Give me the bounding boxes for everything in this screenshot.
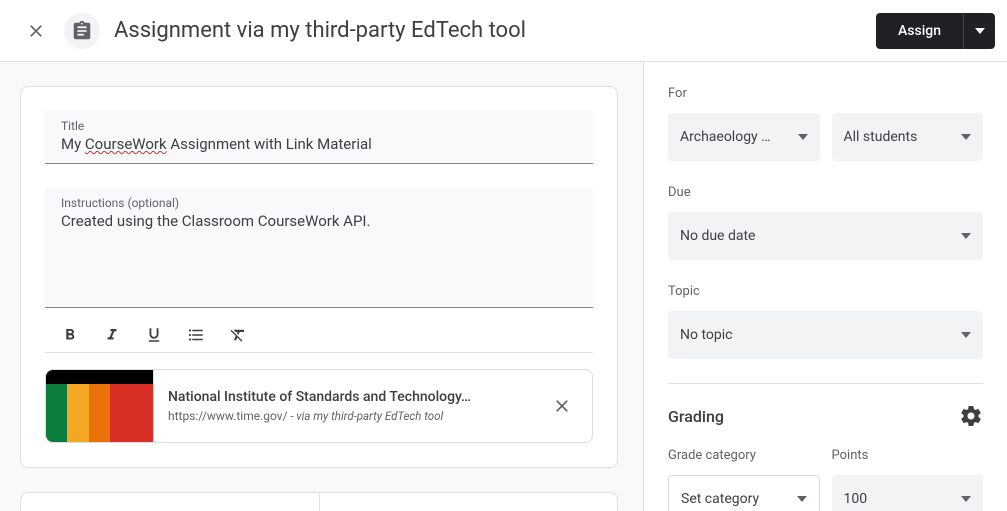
caret-down-icon <box>961 494 971 504</box>
grade-category-label: Grade category <box>668 448 820 463</box>
caret-down-icon <box>797 494 807 504</box>
attachment-remove-button[interactable] <box>536 380 588 432</box>
topic-dropdown[interactable]: No topic <box>668 311 983 359</box>
assignment-card: Title My CourseWork Assignment with Link… <box>20 86 618 468</box>
students-dropdown[interactable]: All students <box>832 113 984 161</box>
main-panel: Title My CourseWork Assignment with Link… <box>0 62 644 511</box>
grade-category-dropdown[interactable]: Set category <box>668 475 820 511</box>
caret-down-icon <box>961 132 971 142</box>
bold-icon <box>61 326 79 344</box>
grading-settings-button[interactable] <box>959 404 983 428</box>
gear-icon <box>959 404 983 428</box>
due-label: Due <box>668 185 983 200</box>
bold-button[interactable] <box>53 318 87 352</box>
for-label: For <box>668 86 983 101</box>
close-icon <box>552 396 572 416</box>
sidebar: For Archaeology … All students Due No du… <box>644 62 1007 511</box>
assign-dropdown-button[interactable] <box>963 13 995 49</box>
points-dropdown[interactable]: 100 <box>832 475 984 511</box>
caret-down-icon <box>975 26 985 36</box>
caret-down-icon <box>961 330 971 340</box>
divider <box>668 383 983 384</box>
italic-icon <box>103 326 121 344</box>
assignment-icon <box>64 13 100 49</box>
due-date-dropdown[interactable]: No due date <box>668 212 983 260</box>
assign-button[interactable]: Assign <box>876 13 963 49</box>
clear-format-button[interactable] <box>221 318 255 352</box>
attachment-thumbnail <box>46 370 154 442</box>
format-toolbar <box>45 308 593 353</box>
italic-button[interactable] <box>95 318 129 352</box>
topic-label: Topic <box>668 284 983 299</box>
caret-down-icon <box>961 231 971 241</box>
instructions-field[interactable]: Instructions (optional) Created using th… <box>45 188 593 308</box>
class-dropdown[interactable]: Archaeology … <box>668 113 820 161</box>
close-button[interactable] <box>12 7 60 55</box>
instructions-value: Created using the Classroom CourseWork A… <box>61 212 577 230</box>
clear-format-icon <box>229 326 247 344</box>
bottom-card <box>20 492 618 511</box>
title-label: Title <box>61 119 577 133</box>
caret-down-icon <box>798 132 808 142</box>
instructions-label: Instructions (optional) <box>61 196 577 210</box>
page-title: Assignment via my third-party EdTech too… <box>114 18 876 43</box>
bullet-list-button[interactable] <box>179 318 213 352</box>
title-value: My CourseWork Assignment with Link Mater… <box>61 135 577 153</box>
title-field[interactable]: Title My CourseWork Assignment with Link… <box>45 111 593 164</box>
grading-title: Grading <box>668 407 724 426</box>
points-label: Points <box>832 448 984 463</box>
attachment-body: National Institute of Standards and Tech… <box>154 381 536 431</box>
attachment-title: National Institute of Standards and Tech… <box>168 389 522 405</box>
attachment-card[interactable]: National Institute of Standards and Tech… <box>45 369 593 443</box>
underline-icon <box>145 326 163 344</box>
list-icon <box>187 326 205 344</box>
underline-button[interactable] <box>137 318 171 352</box>
attachment-url: https://www.time.gov/ - via my third-par… <box>168 409 522 423</box>
close-icon <box>26 21 46 41</box>
